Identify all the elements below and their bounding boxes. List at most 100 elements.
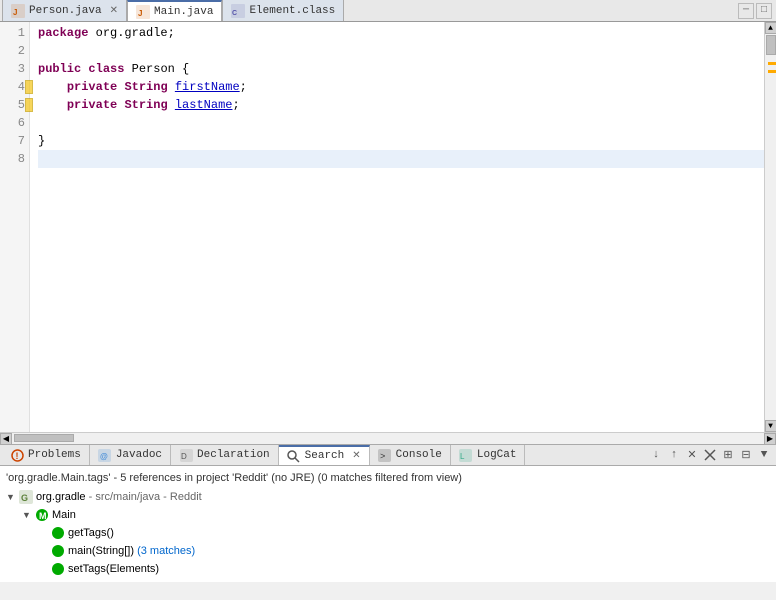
- scroll-down-button[interactable]: ▼: [765, 420, 776, 432]
- scroll-thumb[interactable]: [766, 35, 776, 55]
- tab-main-java[interactable]: J Main.java: [127, 0, 222, 21]
- problems-icon: !: [10, 448, 24, 462]
- tab-person-java[interactable]: J Person.java ✕: [2, 0, 127, 21]
- search-tab-close[interactable]: ✕: [352, 450, 360, 462]
- no-expand-main-method: ▶: [38, 546, 50, 557]
- expand-all-button[interactable]: ⊞: [720, 447, 736, 463]
- gradle-icon: G: [18, 489, 34, 505]
- tab-search[interactable]: Search ✕: [279, 445, 370, 465]
- svg-text:C: C: [232, 10, 237, 17]
- main-class-icon: M: [34, 507, 50, 523]
- console-icon: >: [378, 448, 392, 462]
- logcat-icon: L: [459, 448, 473, 462]
- svg-text:G: G: [21, 493, 28, 503]
- tab-problems[interactable]: ! Problems: [2, 445, 90, 465]
- tree-node-settags[interactable]: ▶ setTags(Elements): [38, 560, 770, 578]
- search-icon: [287, 449, 301, 463]
- main-method-label: main(String[]) (3 matches): [68, 545, 195, 557]
- tree-node-org-gradle[interactable]: ▼ G org.gradle - src/main/java - Reddit: [6, 488, 770, 506]
- declaration-icon: D: [179, 448, 193, 462]
- svg-text:>: >: [380, 452, 385, 462]
- remove-result-button[interactable]: ✕: [684, 447, 700, 463]
- minimize-button[interactable]: ─: [738, 3, 754, 19]
- tab-element-class[interactable]: C Element.class: [222, 0, 344, 21]
- sort-next-button[interactable]: ↓: [648, 447, 664, 463]
- tab-javadoc[interactable]: @ Javadoc: [90, 445, 171, 465]
- tab-search-label: Search: [305, 450, 345, 462]
- settags-label: setTags(Elements): [68, 563, 159, 575]
- code-line-5: private String lastName;: [38, 96, 764, 114]
- bottom-tab-bar: ! Problems @ Javadoc D Declaration Searc…: [0, 444, 776, 466]
- gettags-label: getTags(): [68, 527, 114, 539]
- code-line-1: package org.gradle;: [38, 24, 764, 42]
- tab-element-class-label: Element.class: [249, 5, 335, 17]
- svg-text:L: L: [460, 452, 465, 461]
- tab-logcat-label: LogCat: [477, 449, 517, 461]
- firstname-link[interactable]: firstName: [175, 78, 240, 96]
- svg-text:!: !: [15, 451, 18, 461]
- scroll-up-button[interactable]: ▲: [765, 22, 776, 34]
- code-line-6: [38, 114, 764, 132]
- lastname-link[interactable]: lastName: [175, 96, 233, 114]
- settags-icon: [50, 561, 66, 577]
- tree-node-main-method[interactable]: ▶ main(String[]) (3 matches): [38, 542, 770, 560]
- editor-vertical-scrollbar[interactable]: ▲ ▼: [764, 22, 776, 432]
- maximize-button[interactable]: □: [756, 3, 772, 19]
- code-line-3: public class Person {: [38, 60, 764, 78]
- tab-declaration[interactable]: D Declaration: [171, 445, 279, 465]
- scroll-track[interactable]: [765, 34, 776, 420]
- margin-marker-1: [768, 62, 776, 65]
- no-expand-gettags: ▶: [38, 528, 50, 539]
- sort-prev-button[interactable]: ↑: [666, 447, 682, 463]
- java-file-icon-2: J: [136, 5, 150, 19]
- svg-text:M: M: [39, 511, 47, 521]
- tab-declaration-label: Declaration: [197, 449, 270, 461]
- code-editor[interactable]: package org.gradle; public class Person …: [30, 22, 764, 432]
- tab-problems-label: Problems: [28, 449, 81, 461]
- tab-javadoc-label: Javadoc: [116, 449, 162, 461]
- editor-window-controls: ─ □: [738, 3, 776, 19]
- svg-text:J: J: [138, 9, 142, 18]
- editor-tabs: J Person.java ✕ J Main.java C Elem: [2, 0, 344, 21]
- javadoc-icon: @: [98, 448, 112, 462]
- editor-area: 1 2 3 4 5 6 7 8 package org.gradle; publ…: [0, 22, 776, 432]
- org-gradle-label: org.gradle - src/main/java - Reddit: [36, 491, 202, 503]
- main-label: Main: [52, 509, 76, 521]
- gettags-icon: [50, 525, 66, 541]
- tab-console-label: Console: [396, 449, 442, 461]
- code-line-4: private String firstName;: [38, 78, 764, 96]
- class-file-icon: C: [231, 4, 245, 18]
- scroll-left-button[interactable]: ◀: [0, 433, 12, 445]
- tab-logcat[interactable]: L LogCat: [451, 445, 526, 465]
- svg-text:J: J: [13, 8, 17, 17]
- tab-console[interactable]: > Console: [370, 445, 451, 465]
- editor-horizontal-scrollbar[interactable]: ◀ ▶: [0, 432, 776, 444]
- bottom-tabs: ! Problems @ Javadoc D Declaration Searc…: [2, 445, 525, 465]
- search-summary: 'org.gradle.Main.tags' - 5 references in…: [6, 470, 770, 488]
- scroll-h-track[interactable]: [12, 433, 764, 444]
- remove-all-button[interactable]: [702, 447, 718, 463]
- editor-tab-bar: J Person.java ✕ J Main.java C Elem: [0, 0, 776, 22]
- tab-main-java-label: Main.java: [154, 6, 213, 18]
- collapse-all-button[interactable]: ⊟: [738, 447, 754, 463]
- code-line-7: }: [38, 132, 764, 150]
- expand-arrow-org-gradle[interactable]: ▼: [6, 492, 18, 502]
- expand-arrow-main[interactable]: ▼: [22, 510, 34, 520]
- tree-node-main[interactable]: ▼ M Main: [22, 506, 770, 524]
- bottom-tab-controls: ↓ ↑ ✕ ⊞ ⊟ ▼: [648, 447, 776, 463]
- scroll-h-thumb[interactable]: [14, 434, 74, 442]
- tab-person-java-label: Person.java: [29, 5, 102, 17]
- code-line-2: [38, 42, 764, 60]
- java-file-icon: J: [11, 4, 25, 18]
- line-numbers: 1 2 3 4 5 6 7 8: [0, 22, 30, 432]
- no-expand-settags: ▶: [38, 564, 50, 575]
- svg-text:@: @: [100, 452, 108, 461]
- margin-marker-2: [768, 70, 776, 73]
- tab-person-java-close[interactable]: ✕: [110, 5, 118, 17]
- search-panel: 'org.gradle.Main.tags' - 5 references in…: [0, 466, 776, 582]
- tree-node-gettags[interactable]: ▶ getTags(): [38, 524, 770, 542]
- main-method-icon: [50, 543, 66, 559]
- view-menu-button[interactable]: ▼: [756, 447, 772, 463]
- svg-text:D: D: [181, 452, 187, 461]
- scroll-right-button[interactable]: ▶: [764, 433, 776, 445]
